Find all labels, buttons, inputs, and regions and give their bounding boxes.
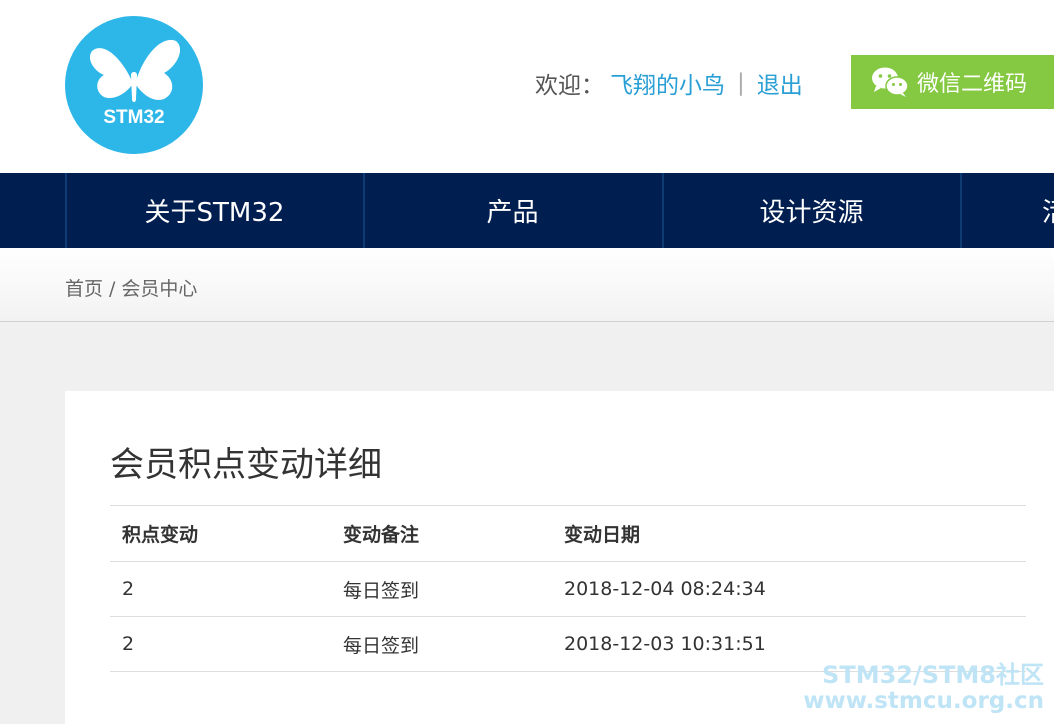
cell-date: 2018-12-04 08:24:34 — [552, 561, 1026, 617]
butterfly-logo-icon: STM32 — [65, 16, 203, 154]
nav-item-events[interactable]: 活 — [960, 173, 1054, 248]
column-header-date: 变动日期 — [552, 505, 1026, 562]
watermark-line-1: STM32/STM8社区 — [822, 661, 1044, 690]
nav-item-about[interactable]: 关于STM32 — [65, 173, 362, 248]
username-link[interactable]: 飞翔的小鸟 — [610, 66, 725, 100]
page-title: 会员积点变动详细 — [110, 445, 382, 485]
table-row: 2 每日签到 2018-12-04 08:24:34 — [110, 561, 1026, 617]
logo-text: STM32 — [103, 107, 164, 128]
cell-note: 每日签到 — [331, 561, 552, 617]
breadcrumb-separator: / — [109, 278, 116, 300]
watermark-line-2: www.stmcu.org.cn — [803, 687, 1044, 714]
wechat-icon — [872, 67, 909, 97]
welcome-area: 欢迎： 飞翔的小鸟 | 退出 — [535, 66, 803, 100]
column-header-note: 变动备注 — [331, 505, 552, 562]
nav-item-products[interactable]: 产品 — [363, 173, 660, 248]
site-header: STM32 欢迎： 飞翔的小鸟 | 退出 微信二维码 — [0, 0, 1054, 173]
site-watermark: STM32/STM8社区 www.stmcu.org.cn — [803, 662, 1044, 714]
logout-link[interactable]: 退出 — [757, 66, 803, 100]
main-nav: 关于STM32 产品 设计资源 活 — [0, 173, 1054, 248]
welcome-label: 欢迎： — [535, 73, 604, 99]
breadcrumb-current: 会员中心 — [121, 278, 198, 300]
cell-note: 每日签到 — [331, 616, 552, 672]
nav-item-design-resources[interactable]: 设计资源 — [662, 173, 959, 248]
points-table: 积点变动 变动备注 变动日期 2 每日签到 2018-12-04 08:24:3… — [110, 505, 1026, 672]
table-header-row: 积点变动 变动备注 变动日期 — [110, 505, 1026, 562]
cell-points-change: 2 — [110, 616, 331, 672]
cell-points-change: 2 — [110, 561, 331, 617]
breadcrumb: 首页 / 会员中心 — [65, 274, 197, 301]
stm32-logo[interactable]: STM32 — [64, 15, 204, 155]
wechat-button-label: 微信二维码 — [917, 72, 1028, 97]
column-header-points-change: 积点变动 — [110, 505, 331, 562]
breadcrumb-home-link[interactable]: 首页 — [65, 278, 103, 300]
wechat-qr-button[interactable]: 微信二维码 — [851, 55, 1054, 109]
breadcrumb-bar: 首页 / 会员中心 — [0, 248, 1054, 322]
separator: | — [737, 70, 745, 96]
